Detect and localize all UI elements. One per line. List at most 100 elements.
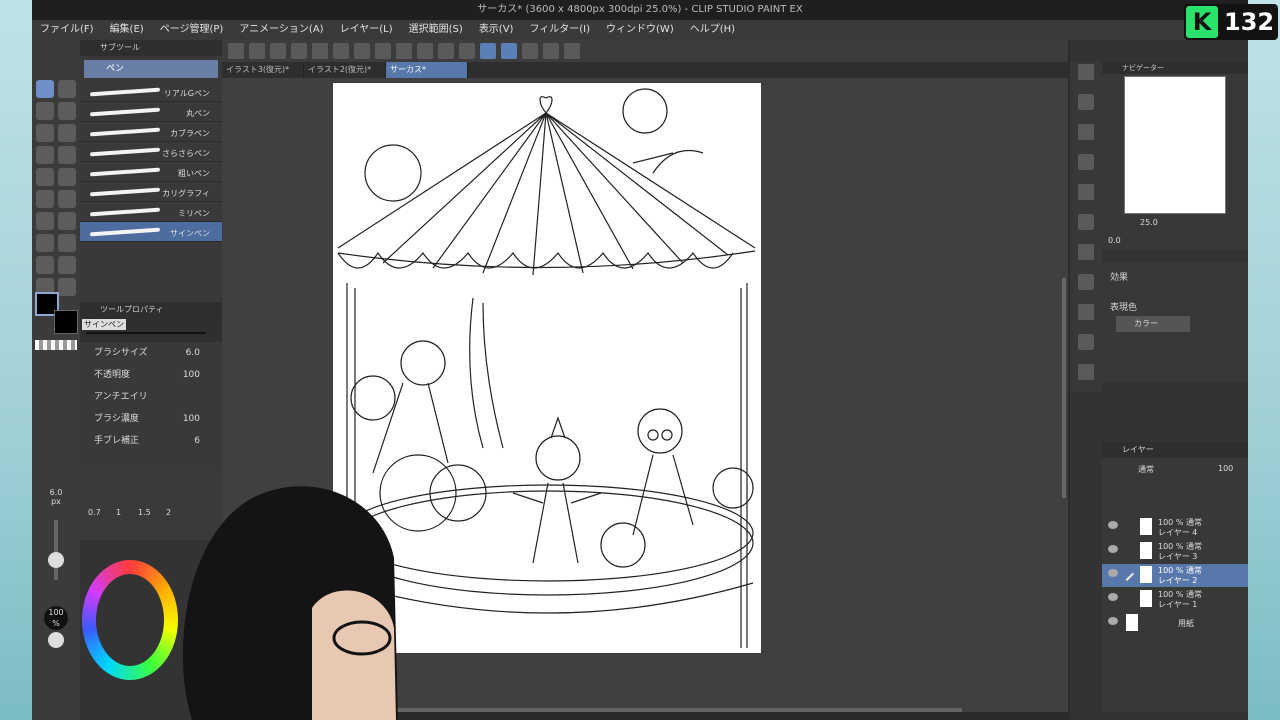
save-icon[interactable] (291, 43, 307, 59)
balloon-tool-icon[interactable] (58, 234, 76, 252)
layer-row[interactable]: 100 % 通常 レイヤー 3 (1102, 540, 1248, 563)
eye-icon[interactable] (1108, 521, 1118, 529)
fill-icon[interactable] (375, 43, 391, 59)
panel-icon[interactable] (1078, 154, 1094, 170)
rotate-field[interactable]: 0.0 (1108, 236, 1121, 245)
panel-icon[interactable] (1078, 94, 1094, 110)
pencil-tool-icon[interactable] (58, 80, 76, 98)
doc-tab[interactable]: イラスト2(復元)* (304, 62, 386, 78)
panel-icon[interactable] (1078, 364, 1094, 380)
line-tool-icon[interactable] (58, 212, 76, 230)
brush-item[interactable]: さらさらペン (80, 142, 222, 162)
eye-icon[interactable] (1108, 545, 1118, 553)
panel-icon[interactable] (1078, 274, 1094, 290)
correct-line-icon[interactable] (480, 43, 496, 59)
brush-size-field[interactable]: 6.0 (186, 342, 200, 364)
pen-tool-icon[interactable] (36, 80, 54, 98)
opacity-row[interactable]: 不透明度 100 (80, 364, 222, 386)
menu-help[interactable]: ヘルプ(H) (682, 20, 743, 40)
panel-icon[interactable] (1078, 304, 1094, 320)
layer-opacity-field[interactable]: 100 (1218, 464, 1233, 473)
ruler-icon[interactable] (522, 43, 538, 59)
menu-selection[interactable]: 選択範囲(S) (401, 20, 471, 40)
doc-tab[interactable]: イラスト3(復元)* (222, 62, 304, 78)
brush-density-field[interactable]: 100 (183, 408, 200, 430)
brush-item[interactable]: 粗いペン (80, 162, 222, 182)
eraser-tool-icon[interactable] (58, 102, 76, 120)
size-slider[interactable] (54, 520, 58, 580)
open-icon[interactable] (270, 43, 286, 59)
brush-density-row[interactable]: ブラシ濃度 100 (80, 408, 222, 430)
size-slider-handle[interactable] (48, 552, 64, 568)
clear-icon[interactable] (354, 43, 370, 59)
transform-icon[interactable] (396, 43, 412, 59)
menu-file[interactable]: ファイル(F) (32, 20, 102, 40)
brush-size-row[interactable]: ブラシサイズ 6.0 (80, 342, 222, 364)
frame-tool-icon[interactable] (58, 146, 76, 164)
menu-animation[interactable]: アニメーション(A) (231, 20, 331, 40)
transparent-swatch[interactable] (35, 340, 77, 350)
ruler-tool-icon[interactable] (36, 256, 54, 274)
menu-page[interactable]: ページ管理(P) (152, 20, 232, 40)
panel-icon[interactable] (1078, 184, 1094, 200)
zoom-field[interactable]: 25.0 (1140, 218, 1158, 227)
new-icon[interactable] (249, 43, 265, 59)
doc-tab-active[interactable]: サーカス* (386, 62, 468, 78)
brush-tool-icon[interactable] (36, 102, 54, 120)
layer-row[interactable]: 100 % 通常 レイヤー 4 (1102, 516, 1248, 539)
clip-studio-icon[interactable] (228, 43, 244, 59)
eyedropper-tool-icon[interactable] (58, 278, 76, 296)
canvas-scrollbar-v[interactable] (1062, 278, 1066, 498)
lasso-tool-icon[interactable] (36, 168, 54, 186)
layer-row[interactable]: 100 % 通常 レイヤー 1 (1102, 588, 1248, 611)
help-icon[interactable] (564, 43, 580, 59)
move-tool-icon[interactable] (58, 124, 76, 142)
layer-row[interactable]: 用紙 (1102, 612, 1248, 635)
brush-item[interactable]: カブラペン (80, 122, 222, 142)
menu-filter[interactable]: フィルター(I) (521, 20, 598, 40)
menu-window[interactable]: ウィンドウ(W) (598, 20, 682, 40)
sub-color-swatch[interactable] (54, 310, 78, 334)
brush-item[interactable]: ミリペン (80, 202, 222, 222)
selection-tool-icon[interactable] (36, 124, 54, 142)
menu-view[interactable]: 表示(V) (471, 20, 522, 40)
navigator-thumbnail[interactable] (1124, 76, 1226, 214)
text-tool-icon[interactable] (36, 234, 54, 252)
subtool-group-tab[interactable]: ペン (84, 60, 218, 78)
menu-edit[interactable]: 編集(E) (102, 20, 152, 40)
size-option[interactable]: 1.5 (138, 508, 151, 517)
stabilization-field[interactable]: 6 (194, 430, 200, 452)
undo-icon[interactable] (312, 43, 328, 59)
material-icon[interactable] (543, 43, 559, 59)
magic-wand-icon[interactable] (58, 168, 76, 186)
blend-tool-icon[interactable] (36, 146, 54, 164)
canvas-scrollbar-h[interactable] (392, 708, 962, 712)
gradient-tool-icon[interactable] (58, 190, 76, 208)
figure-tool-icon[interactable] (36, 212, 54, 230)
snap-grid-icon[interactable] (459, 43, 475, 59)
blend-mode-select[interactable]: 通常 (1138, 464, 1154, 475)
operation-tool-icon[interactable] (58, 256, 76, 274)
redo-icon[interactable] (333, 43, 349, 59)
panel-icon[interactable] (1078, 244, 1094, 260)
antialias-row[interactable]: アンチエイリ (80, 386, 222, 408)
eye-icon[interactable] (1108, 569, 1118, 577)
snap-ruler-icon[interactable] (417, 43, 433, 59)
eye-icon[interactable] (1108, 593, 1118, 601)
snap-special-ruler-icon[interactable] (438, 43, 454, 59)
expression-color-select[interactable]: カラー (1116, 316, 1190, 332)
size-option[interactable]: 0.7 (88, 508, 101, 517)
panel-icon[interactable] (1078, 334, 1094, 350)
stabilization-row[interactable]: 手ブレ補正 6 (80, 430, 222, 452)
size-option[interactable]: 1 (116, 508, 121, 517)
opacity-slider-handle[interactable] (48, 632, 64, 648)
brush-item[interactable]: カリグラフィ (80, 182, 222, 202)
menu-layer[interactable]: レイヤー(L) (332, 20, 401, 40)
opacity-field[interactable]: 100 (183, 364, 200, 386)
brush-item-selected[interactable]: サインペン (80, 222, 222, 242)
brush-item[interactable]: 丸ペン (80, 102, 222, 122)
panel-icon[interactable] (1078, 214, 1094, 230)
brush-item[interactable]: リアルGペン (80, 82, 222, 102)
panel-icon[interactable] (1078, 124, 1094, 140)
stabilize-icon[interactable] (501, 43, 517, 59)
